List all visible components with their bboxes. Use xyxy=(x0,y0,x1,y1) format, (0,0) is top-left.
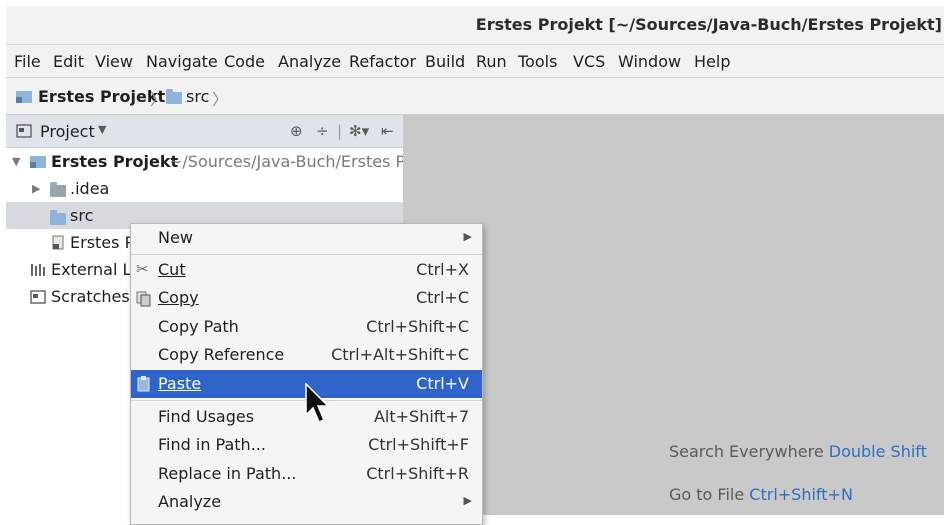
tree-external-libraries-label: External Lil xyxy=(51,260,141,279)
mouse-cursor-icon xyxy=(305,383,330,423)
menu-item-replace-in-path[interactable]: Replace in Path... Ctrl+Shift+R xyxy=(131,460,482,488)
submenu-arrow-icon: ▶ xyxy=(463,494,472,507)
expand-arrow-icon[interactable]: ▼ xyxy=(12,155,20,168)
globe-icon[interactable]: ⊕ xyxy=(290,122,303,140)
menu-build[interactable]: Build xyxy=(425,52,465,71)
menu-navigate[interactable]: Navigate xyxy=(146,52,218,71)
chevron-right-icon: 〉 xyxy=(212,90,229,109)
context-menu: New ▶ ✂ Cut Ctrl+X Copy Ctrl+C Copy Path… xyxy=(130,223,483,525)
menu-item-copy[interactable]: Copy Ctrl+C xyxy=(131,284,482,312)
window-title: Erstes Projekt [~/Sources/Java-Buch/Erst… xyxy=(475,15,942,34)
project-folder-icon xyxy=(16,91,32,103)
chevron-down-icon[interactable]: ▼ xyxy=(98,123,106,136)
library-icon xyxy=(31,264,45,276)
folder-icon xyxy=(166,89,182,104)
copy-icon xyxy=(136,291,151,307)
menu-item-cut-shortcut: Ctrl+X xyxy=(416,260,469,279)
menu-window[interactable]: Window xyxy=(618,52,681,71)
menu-item-analyze-label: Analyze xyxy=(158,492,222,511)
collapse-all-icon[interactable]: ÷ xyxy=(316,122,329,140)
menu-analyze[interactable]: Analyze xyxy=(278,52,341,71)
menu-item-cut-label: Cut xyxy=(158,260,186,279)
search-everywhere-key[interactable]: Double Shift xyxy=(829,442,927,461)
search-everywhere-hint: Search Everywhere Double Shift xyxy=(669,442,927,461)
module-file-icon xyxy=(52,235,64,250)
menu-code[interactable]: Code xyxy=(224,52,265,71)
breadcrumb: Erstes Projekt 〉 src 〉 xyxy=(6,78,944,115)
gear-icon[interactable]: ✻▾ xyxy=(349,122,369,140)
menu-item-find-usages-label: Find Usages xyxy=(158,407,255,426)
menu-item-copy-path-shortcut: Ctrl+Shift+C xyxy=(366,317,469,336)
menu-item-replace-in-path-label: Replace in Path... xyxy=(158,464,297,483)
tree-idea-label: .idea xyxy=(70,179,110,198)
tree-root-path: ~/Sources/Java-Buch/Erstes Pro xyxy=(169,152,421,171)
project-folder-icon xyxy=(30,156,46,168)
scissors-icon: ✂ xyxy=(136,260,149,278)
breadcrumb-project[interactable]: Erstes Projekt xyxy=(38,87,165,106)
chevron-right-icon: 〉 xyxy=(150,90,167,109)
menu-refactor[interactable]: Refactor xyxy=(349,52,416,71)
menu-help[interactable]: Help xyxy=(694,52,730,71)
search-everywhere-label: Search Everywhere xyxy=(669,442,824,461)
project-view-icon xyxy=(16,124,32,138)
menu-item-copy-reference-shortcut: Ctrl+Alt+Shift+C xyxy=(331,345,469,364)
menu-item-find-in-path[interactable]: Find in Path... Ctrl+Shift+F xyxy=(131,431,482,459)
menu-item-cut[interactable]: ✂ Cut Ctrl+X xyxy=(131,256,482,284)
menu-item-replace-in-path-shortcut: Ctrl+Shift+R xyxy=(366,464,469,483)
menu-file[interactable]: File xyxy=(14,52,41,71)
tree-src-label: src xyxy=(70,206,94,225)
menu-item-find-in-path-label: Find in Path... xyxy=(158,435,266,454)
goto-file-key[interactable]: Ctrl+Shift+N xyxy=(749,485,853,504)
menu-item-new[interactable]: New ▶ xyxy=(131,224,482,252)
menu-item-paste-label: Paste xyxy=(158,374,202,393)
menu-item-analyze[interactable]: Analyze ▶ xyxy=(131,488,482,516)
menu-item-copy-path-label: Copy Path xyxy=(158,317,239,336)
menu-bar: File Edit View Navigate Code Analyze Ref… xyxy=(6,45,944,78)
menu-item-copy-shortcut: Ctrl+C xyxy=(415,288,469,307)
menu-item-find-usages-shortcut: Alt+Shift+7 xyxy=(373,407,469,426)
menu-vcs[interactable]: VCS xyxy=(573,52,605,71)
goto-file-hint: Go to File Ctrl+Shift+N xyxy=(669,485,853,504)
menu-item-copy-reference-label: Copy Reference xyxy=(158,345,285,364)
scratches-icon xyxy=(30,290,46,304)
tree-row-idea[interactable]: ▶ .idea xyxy=(6,175,403,202)
folder-icon xyxy=(50,210,66,225)
collapse-arrow-icon[interactable]: ▶ xyxy=(32,182,40,195)
menu-item-copy-path[interactable]: Copy Path Ctrl+Shift+C xyxy=(131,313,482,341)
menu-item-find-in-path-shortcut: Ctrl+Shift+F xyxy=(368,435,469,454)
title-bar: Erstes Projekt [~/Sources/Java-Buch/Erst… xyxy=(6,6,944,45)
tree-row-root[interactable]: ▼ Erstes Projekt ~/Sources/Java-Buch/Ers… xyxy=(6,148,421,175)
folder-icon xyxy=(50,182,66,197)
toolbar-divider: | xyxy=(337,122,343,140)
menu-item-copy-reference[interactable]: Copy Reference Ctrl+Alt+Shift+C xyxy=(131,341,482,369)
paste-icon xyxy=(137,376,150,392)
menu-item-paste-shortcut: Ctrl+V xyxy=(416,374,469,393)
menu-edit[interactable]: Edit xyxy=(53,52,84,71)
submenu-arrow-icon: ▶ xyxy=(463,230,472,243)
menu-view[interactable]: View xyxy=(95,52,133,71)
menu-separator xyxy=(131,254,482,255)
tree-root-name: Erstes Projekt xyxy=(51,152,179,171)
project-panel-label[interactable]: Project xyxy=(40,122,95,141)
menu-run[interactable]: Run xyxy=(476,52,507,71)
editor-empty-area[interactable]: Search Everywhere Double Shift Go to Fil… xyxy=(403,115,944,515)
menu-item-new-label: New xyxy=(158,228,193,247)
hide-icon[interactable]: ⇤ xyxy=(381,122,394,140)
goto-file-label: Go to File xyxy=(669,485,745,504)
breadcrumb-src[interactable]: src xyxy=(186,87,209,106)
menu-tools[interactable]: Tools xyxy=(518,52,557,71)
tree-erstes-file-label: Erstes P xyxy=(70,233,135,252)
menu-item-copy-label: Copy xyxy=(158,288,199,307)
project-panel-header: Project ▼ ⊕ ÷ | ✻▾ ⇤ xyxy=(6,115,403,148)
